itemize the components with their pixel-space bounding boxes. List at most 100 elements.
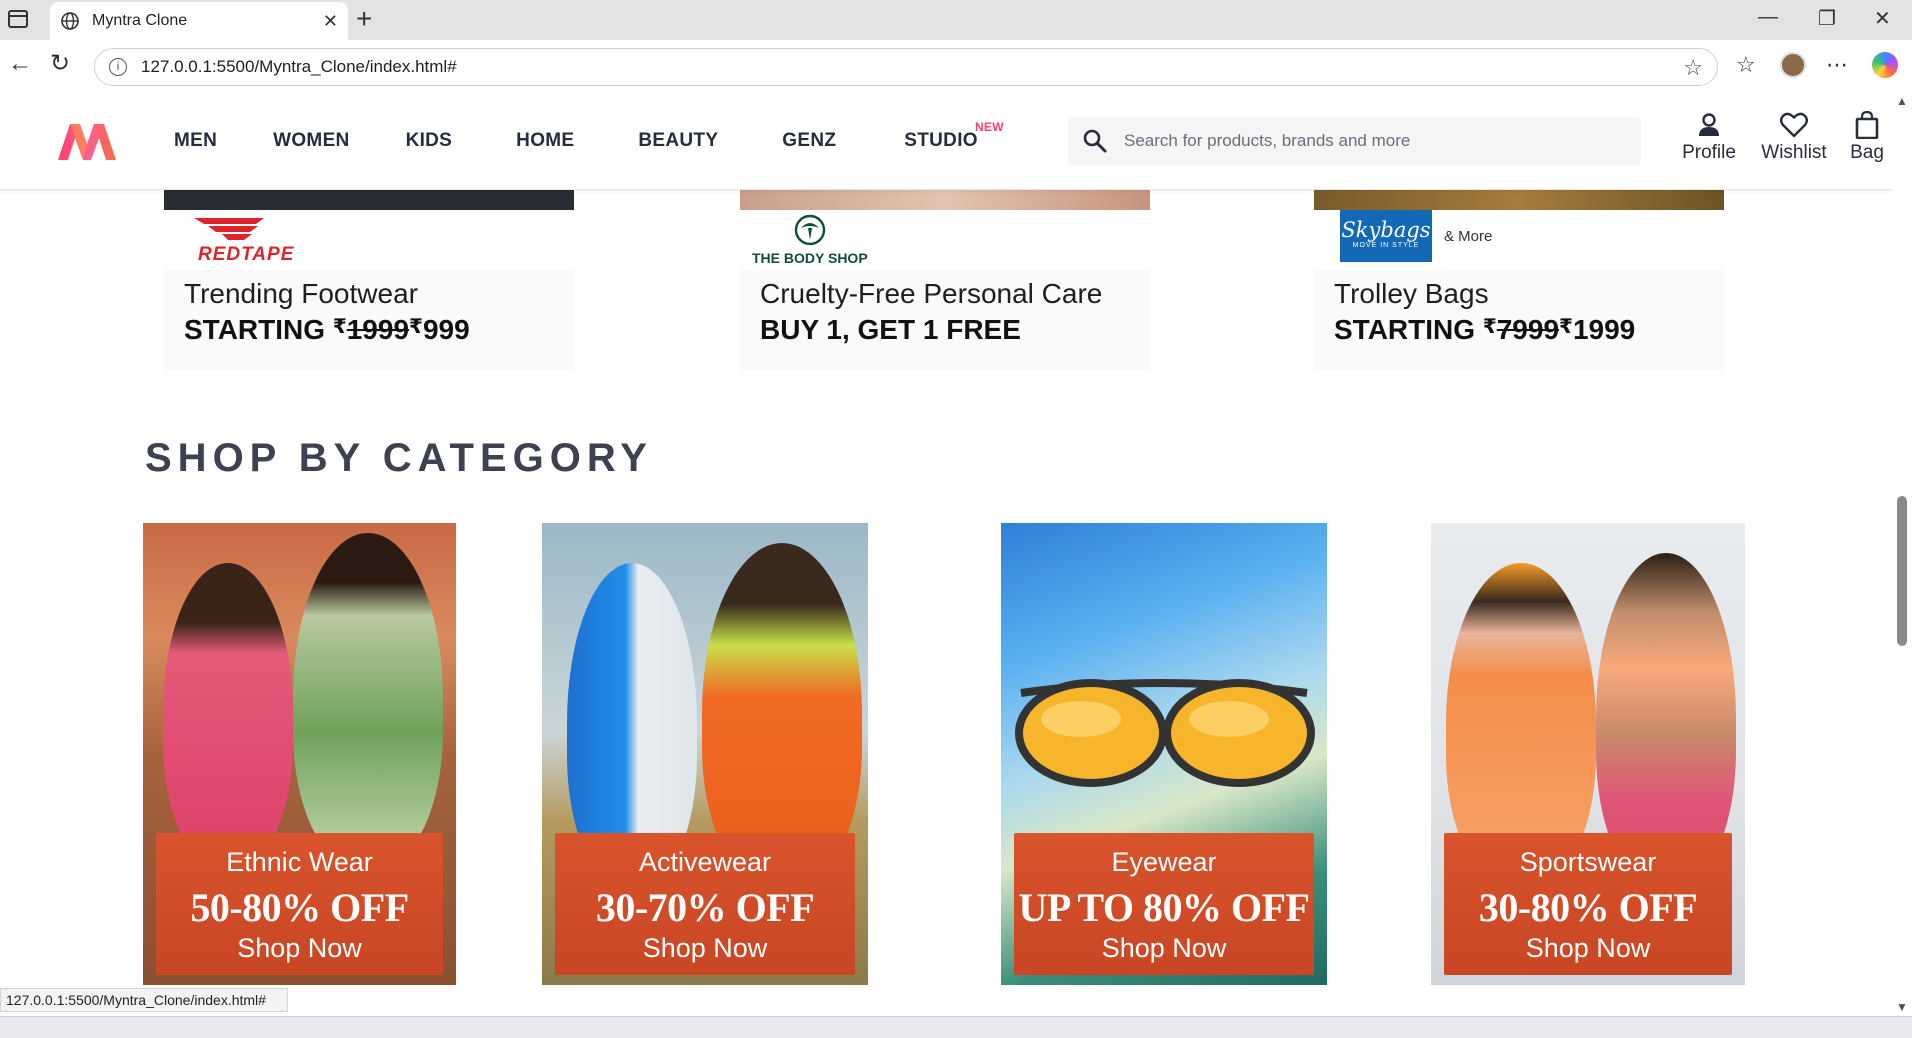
category-card-sportswear[interactable]: Sportswear 30-80% OFF Shop Now <box>1431 523 1745 985</box>
brand-banner-row: REDTAPE Trending Footwear STARTING ₹1999… <box>0 190 1892 370</box>
globe-icon <box>61 12 79 30</box>
nav-genz[interactable]: GENZ <box>782 130 836 152</box>
category-discount: 50-80% OFF <box>190 885 409 930</box>
nav-kids[interactable]: KIDS <box>406 130 453 152</box>
scrollbar-thumb[interactable] <box>1897 496 1907 646</box>
star-icon[interactable]: ☆ <box>1683 55 1703 81</box>
model-figure <box>702 543 862 883</box>
nav-men[interactable]: MEN <box>174 130 217 152</box>
category-name: Sportswear <box>1519 847 1657 877</box>
address-bar[interactable]: i 127.0.0.1:5500/Myntra_Clone/index.html… <box>94 48 1718 86</box>
nav-studio-label: STUDIO <box>904 130 978 151</box>
status-url: 127.0.0.1:5500/Myntra_Clone/index.html# <box>0 988 288 1012</box>
nav-women[interactable]: WOMEN <box>273 130 349 152</box>
browser-window: Myntra Clone ✕ + — ❐ ✕ ← ↻ i 127.0.0.1:5… <box>0 0 1912 1038</box>
category-discount: UP TO 80% OFF <box>1018 885 1310 930</box>
bag-label: Bag <box>1850 142 1884 163</box>
category-card-activewear[interactable]: Activewear 30-70% OFF Shop Now <box>542 523 868 985</box>
bag-icon <box>1855 111 1879 139</box>
url-text: 127.0.0.1:5500/Myntra_Clone/index.html# <box>141 57 457 76</box>
banner-image <box>164 190 574 210</box>
banner-image <box>740 190 1150 210</box>
tab-strip: Myntra Clone ✕ + — ❐ ✕ <box>0 0 1912 40</box>
category-name: Ethnic Wear <box>226 847 373 877</box>
profile-label: Profile <box>1682 142 1736 163</box>
new-badge: NEW <box>974 120 1004 134</box>
site-info-icon[interactable]: i <box>109 58 127 76</box>
currency-symbol: ₹ <box>1482 316 1497 338</box>
nav-beauty[interactable]: BEAUTY <box>638 130 718 152</box>
category-offer-badge: Ethnic Wear 50-80% OFF Shop Now <box>156 833 443 975</box>
model-figure <box>163 563 293 863</box>
wishlist-label: Wishlist <box>1761 142 1827 163</box>
brand-card-bodyshop[interactable]: THE BODY SHOP Cruelty-Free Personal Care… <box>740 190 1150 370</box>
main-nav: MEN WOMEN KIDS HOME BEAUTY GENZ STUDIO NE… <box>174 92 1004 190</box>
shop-now-link[interactable]: Shop Now <box>156 933 443 964</box>
favorites-icon[interactable]: ☆ <box>1736 52 1756 78</box>
bodyshop-logo-icon <box>794 214 826 246</box>
currency-symbol: ₹ <box>1559 316 1573 338</box>
brand-extra: & More <box>1444 228 1493 245</box>
wishlist-action[interactable]: Wishlist <box>1756 110 1832 164</box>
reload-icon[interactable]: ↻ <box>50 52 70 76</box>
category-offer-badge: Activewear 30-70% OFF Shop Now <box>555 833 855 975</box>
skybags-logo: Skybags MOVE IN STYLE <box>1340 210 1432 262</box>
category-offer-badge: Sportswear 30-80% OFF Shop Now <box>1444 833 1732 975</box>
nav-home[interactable]: HOME <box>516 130 574 152</box>
category-card-ethnic[interactable]: Ethnic Wear 50-80% OFF Shop Now <box>143 523 456 985</box>
profile-icon <box>1699 113 1719 136</box>
page-scrollbar[interactable]: ▲ ▼ <box>1892 92 1912 1016</box>
new-tab-button[interactable]: + <box>356 4 372 34</box>
window-close-icon[interactable]: ✕ <box>1874 6 1891 31</box>
shop-now-link[interactable]: Shop Now <box>1014 933 1314 964</box>
currency-symbol: ₹ <box>409 316 423 338</box>
banner-offer: BUY 1, GET 1 FREE <box>760 314 1021 345</box>
brand-name: REDTAPE <box>198 244 295 265</box>
nav-studio[interactable]: STUDIO NEW <box>904 120 1003 152</box>
more-icon[interactable]: ⋯ <box>1826 52 1848 78</box>
tab-active[interactable]: Myntra Clone ✕ <box>50 2 348 40</box>
sunglasses-icon <box>1015 679 1315 787</box>
scroll-up-icon[interactable]: ▲ <box>1896 94 1908 108</box>
category-card-eyewear[interactable]: Eyewear UP TO 80% OFF Shop Now <box>1001 523 1327 985</box>
new-price: 999 <box>422 314 470 345</box>
brand-card-skybags[interactable]: Skybags MOVE IN STYLE & More Trolley Bag… <box>1314 190 1724 370</box>
old-price: 7999 <box>1496 314 1560 345</box>
restore-icon[interactable]: ❐ <box>1818 6 1836 31</box>
copilot-icon[interactable] <box>1872 52 1898 78</box>
offer-prefix: STARTING <box>1334 314 1483 345</box>
offer-prefix: STARTING <box>184 314 333 345</box>
bag-action[interactable]: Bag <box>1846 110 1888 164</box>
banner-title: Cruelty-Free Personal Care <box>760 278 1103 309</box>
new-price: 1999 <box>1572 314 1636 345</box>
brand-logo-area: REDTAPE <box>164 210 574 270</box>
search-input[interactable]: Search for products, brands and more <box>1124 131 1410 151</box>
shop-now-link[interactable]: Shop Now <box>1444 933 1732 964</box>
scroll-down-icon[interactable]: ▼ <box>1896 1000 1908 1014</box>
category-name: Activewear <box>638 847 772 877</box>
page-viewport: MEN WOMEN KIDS HOME BEAUTY GENZ STUDIO NE… <box>0 92 1892 1016</box>
banner-offer: STARTING ₹7999₹1999 <box>1334 314 1635 346</box>
site-header: MEN WOMEN KIDS HOME BEAUTY GENZ STUDIO NE… <box>0 92 1892 190</box>
search-box[interactable]: Search for products, brands and more <box>1068 117 1641 165</box>
category-discount: 30-80% OFF <box>1478 885 1698 930</box>
back-icon[interactable]: ← <box>8 52 32 76</box>
myntra-logo[interactable] <box>56 120 118 162</box>
profile-action[interactable]: Profile <box>1676 110 1742 164</box>
brand-card-redtape[interactable]: REDTAPE Trending Footwear STARTING ₹1999… <box>164 190 574 370</box>
tab-actions-icon[interactable] <box>8 10 28 28</box>
brand-logo-area: THE BODY SHOP <box>740 210 1150 270</box>
brand-name: THE BODY SHOP <box>752 250 868 266</box>
model-figure <box>293 533 443 863</box>
os-taskbar <box>0 1016 1912 1038</box>
banner-title: Trolley Bags <box>1334 278 1489 309</box>
currency-symbol: ₹ <box>332 316 347 338</box>
banner-title: Trending Footwear <box>184 278 418 309</box>
category-offer-badge: Eyewear UP TO 80% OFF Shop Now <box>1014 833 1314 975</box>
minimize-icon[interactable]: — <box>1758 6 1778 29</box>
brand-name: Skybags <box>1341 218 1431 242</box>
banner-offer: STARTING ₹1999₹999 <box>184 314 470 346</box>
browser-profile-avatar[interactable] <box>1780 52 1806 78</box>
close-icon[interactable]: ✕ <box>323 11 338 32</box>
shop-now-link[interactable]: Shop Now <box>555 933 855 964</box>
